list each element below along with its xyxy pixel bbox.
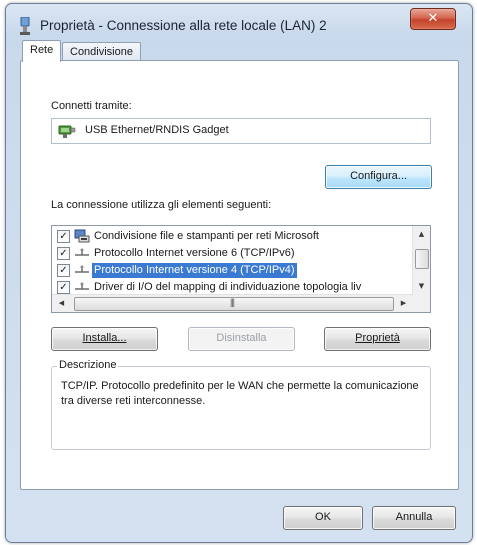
scroll-up-icon[interactable]: ▲: [414, 227, 429, 242]
install-button-label: Installa...: [82, 332, 127, 344]
scrollbar-corner: [413, 295, 430, 312]
list-item[interactable]: ✓ Protocollo Internet versione 4 (TCP/IP…: [52, 262, 412, 278]
protocol-icon: [75, 265, 89, 273]
scroll-left-icon[interactable]: ◀: [54, 296, 69, 311]
list-item[interactable]: ✓ Condivisione file e stampanti per reti…: [52, 228, 412, 244]
grip-icon: |||: [230, 297, 235, 307]
device-field: USB Ethernet/RNDIS Gadget: [51, 118, 431, 144]
tab-panel: Connetti tramite: USB Ethernet/RNDIS Gad…: [20, 60, 459, 490]
item-checkbox[interactable]: ✓: [57, 281, 70, 294]
item-label: Driver di I/O del mapping di individuazi…: [94, 281, 362, 293]
item-label: Condivisione file e stampanti per reti M…: [94, 230, 319, 242]
horizontal-scroll-thumb[interactable]: |||: [74, 297, 394, 311]
network-adapter-icon: [58, 125, 76, 138]
horizontal-scrollbar[interactable]: ◀ ||| ▶: [52, 294, 413, 312]
window-title: Proprietà - Connessione alla rete locale…: [40, 18, 327, 33]
components-list[interactable]: ✓ Condivisione file e stampanti per reti…: [51, 225, 431, 313]
close-button[interactable]: ✕: [410, 8, 456, 30]
device-name: USB Ethernet/RNDIS Gadget: [85, 124, 229, 136]
list-item[interactable]: ✓ Driver di I/O del mapping di individua…: [52, 279, 412, 295]
protocol-icon: [75, 248, 89, 256]
cancel-button[interactable]: Annulla: [372, 506, 456, 530]
item-checkbox[interactable]: ✓: [57, 264, 70, 277]
ok-button[interactable]: OK: [283, 506, 363, 530]
network-connection-icon: [20, 17, 30, 35]
protocol-icon: [75, 282, 89, 290]
tab-sharing[interactable]: Condivisione: [62, 42, 141, 62]
description-text: TCP/IP. Protocollo predefinito per le WA…: [61, 380, 419, 407]
configure-button[interactable]: Configura...: [325, 165, 432, 189]
item-checkbox[interactable]: ✓: [57, 247, 70, 260]
scroll-right-icon[interactable]: ▶: [396, 296, 411, 311]
properties-button-label: Proprietà: [355, 332, 400, 344]
close-icon: ✕: [427, 11, 439, 26]
properties-button[interactable]: Proprietà: [324, 327, 431, 351]
item-checkbox[interactable]: ✓: [57, 230, 70, 243]
item-label: Protocollo Internet versione 4 (TCP/IPv4…: [92, 263, 297, 278]
uninstall-button-label: Disinstalla: [216, 332, 267, 344]
install-button[interactable]: Installa...: [51, 327, 158, 351]
tab-network[interactable]: Rete: [22, 40, 62, 62]
item-label: Protocollo Internet versione 6 (TCP/IPv6…: [94, 247, 295, 259]
scroll-down-icon[interactable]: ▼: [414, 279, 429, 294]
items-label: La connessione utilizza gli elementi seg…: [51, 199, 272, 211]
file-printer-sharing-icon: [74, 229, 90, 243]
description-legend: Descrizione: [57, 359, 119, 371]
uninstall-button: Disinstalla: [188, 327, 295, 351]
list-item[interactable]: ✓ Protocollo Internet versione 6 (TCP/IP…: [52, 245, 412, 261]
vertical-scrollbar[interactable]: ▲ ▼: [412, 226, 430, 295]
title-bar[interactable]: Proprietà - Connessione alla rete locale…: [6, 4, 472, 40]
vertical-scroll-thumb[interactable]: [415, 249, 429, 269]
connect-via-label: Connetti tramite:: [51, 100, 132, 112]
properties-dialog: Proprietà - Connessione alla rete locale…: [5, 3, 473, 543]
